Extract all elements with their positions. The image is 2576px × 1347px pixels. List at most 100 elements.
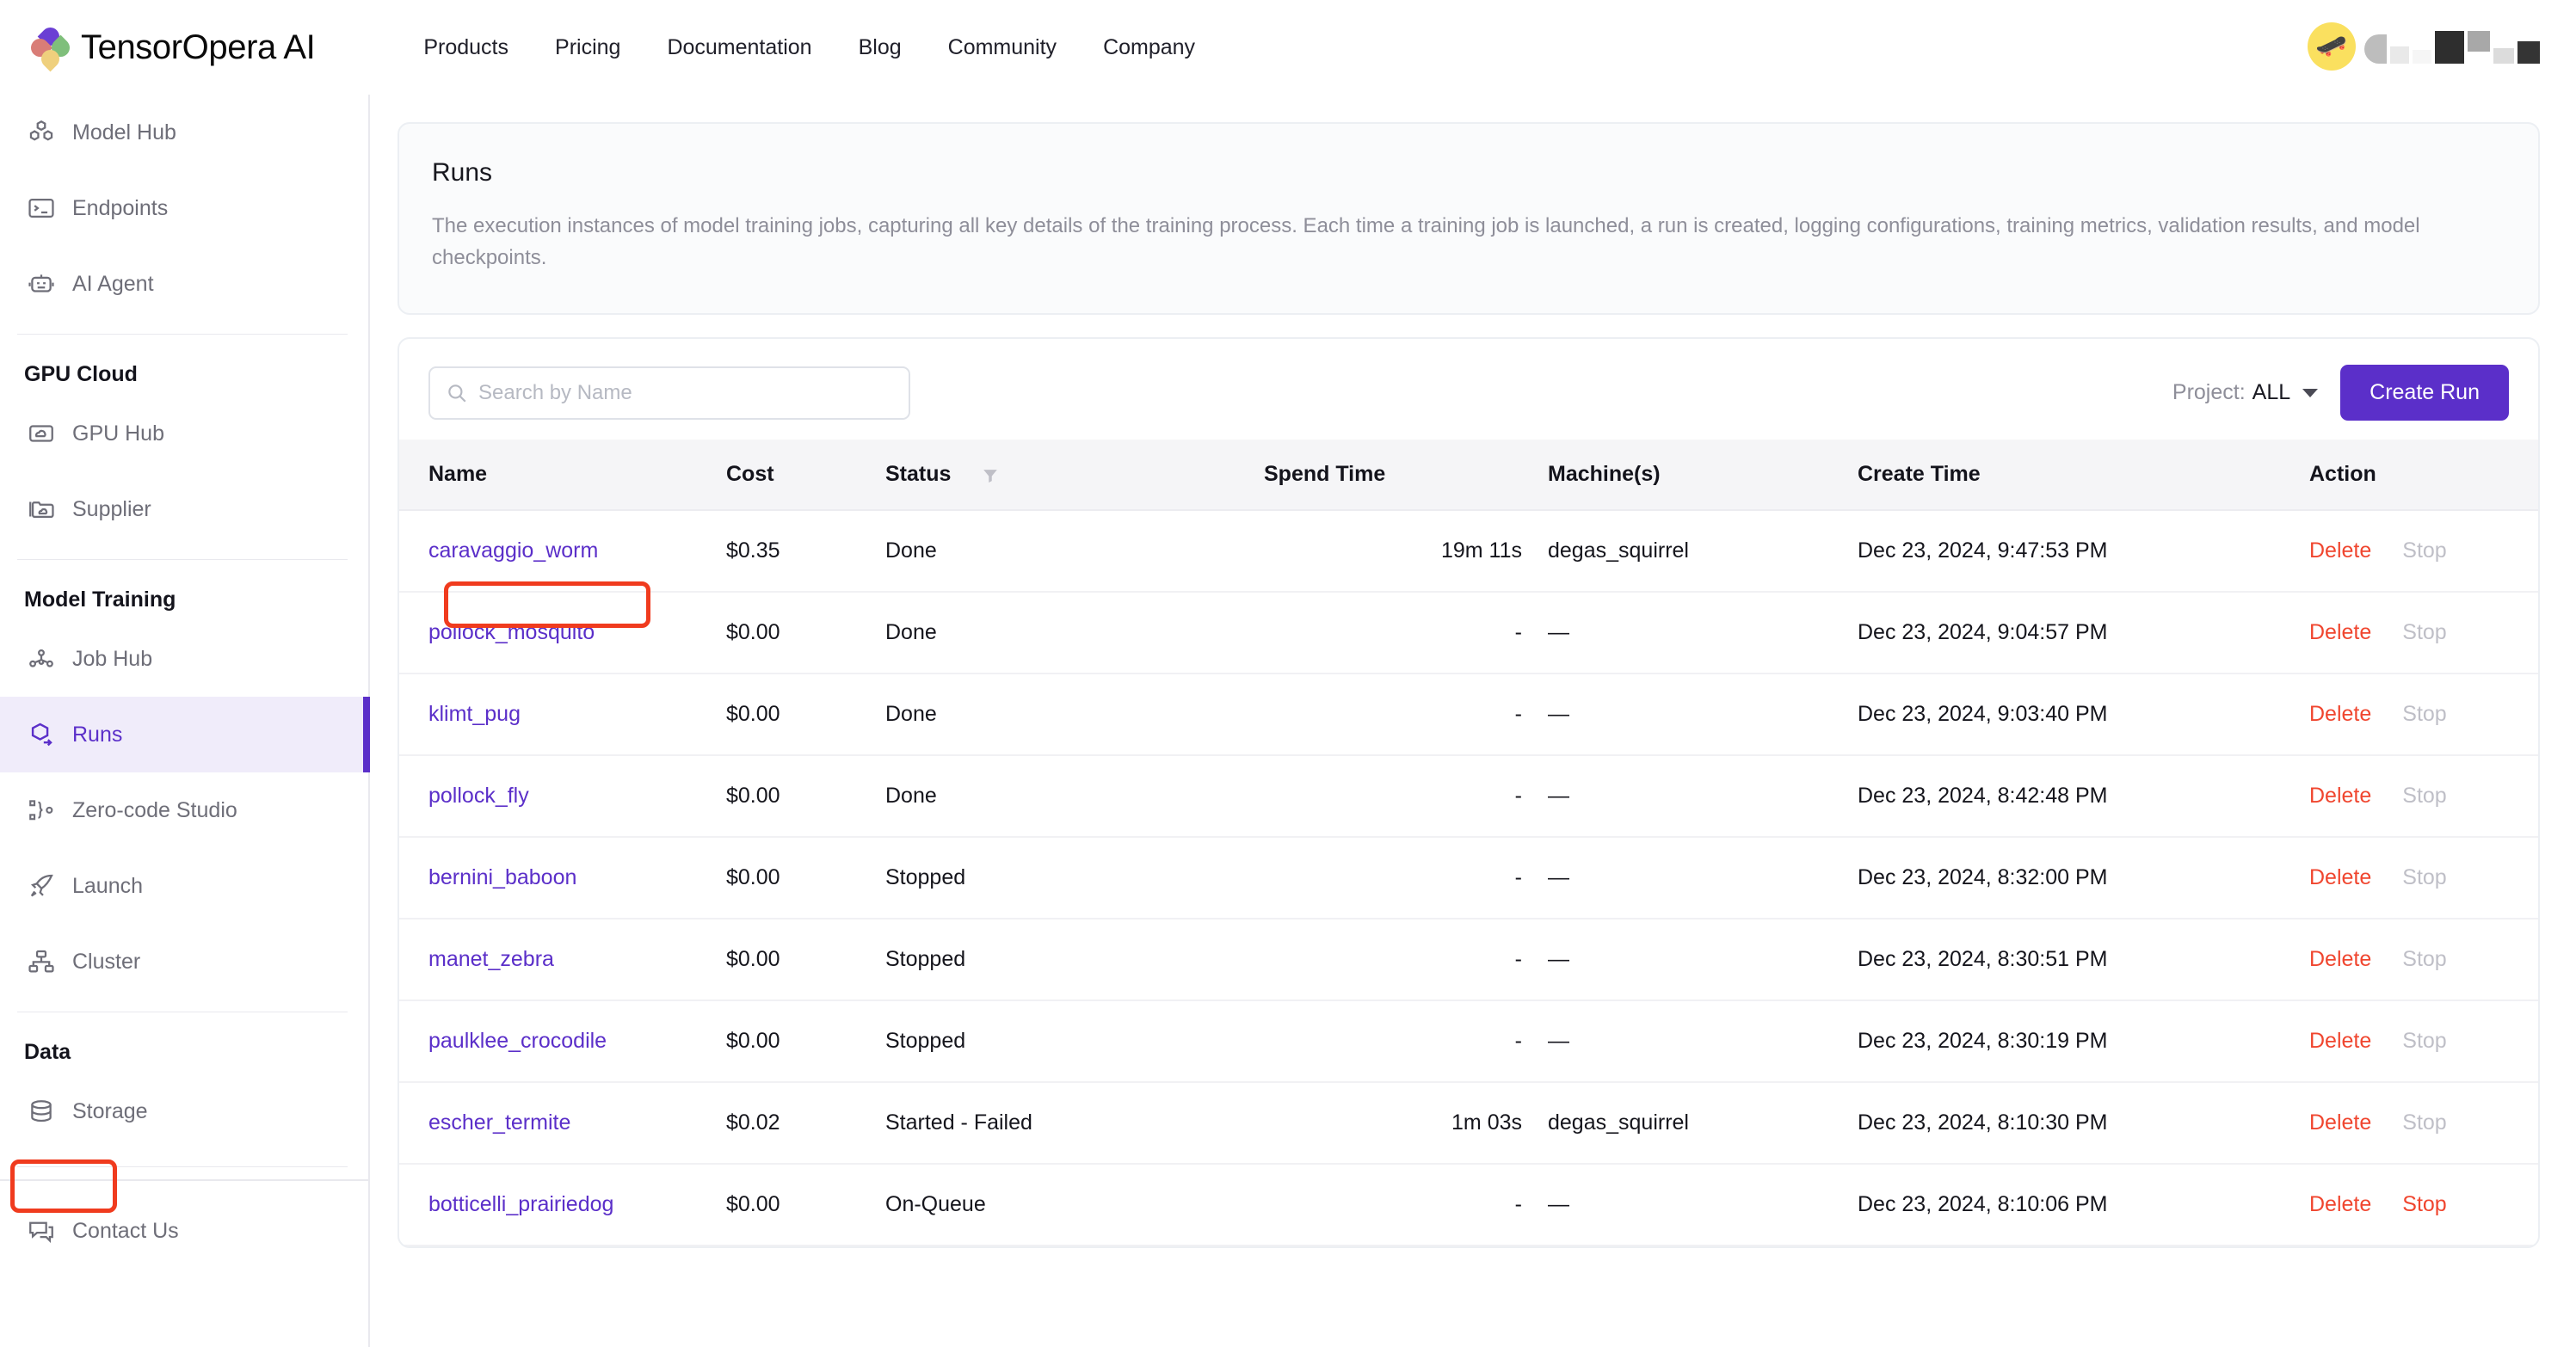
sidebar-item-cluster[interactable]: Cluster bbox=[0, 924, 368, 999]
table-row: pollock_mosquito $0.00 Done - — Dec 23, 2024,… bbox=[399, 592, 2538, 675]
column-header-create-time[interactable]: Create Time bbox=[1858, 440, 2309, 512]
cell-create-time: Dec 23, 2024, 9:47:53 PM bbox=[1858, 510, 2309, 594]
nav-link-company[interactable]: Company bbox=[1080, 35, 1218, 60]
delete-button[interactable]: Delete bbox=[2309, 1110, 2371, 1135]
project-filter-label: Project: bbox=[2172, 380, 2246, 405]
run-name-link[interactable]: klimt_pug bbox=[428, 702, 521, 726]
sidebar-item-runs[interactable]: Runs bbox=[0, 697, 370, 772]
run-name-link[interactable]: botticelli_prairiedog bbox=[428, 1192, 613, 1216]
project-filter-dropdown[interactable]: Project: ALL bbox=[2172, 380, 2319, 405]
cell-name: klimt_pug bbox=[399, 674, 726, 757]
cloud-box-icon bbox=[24, 416, 59, 451]
run-name-link[interactable]: bernini_baboon bbox=[428, 865, 576, 889]
cell-create-time: Dec 23, 2024, 9:04:57 PM bbox=[1858, 592, 2309, 675]
sidebar-item-zero-code-studio[interactable]: Zero-code Studio bbox=[0, 772, 368, 848]
cell-cost: $0.00 bbox=[726, 674, 885, 757]
cell-status: Done bbox=[885, 674, 1264, 757]
column-header-spend-time[interactable]: Spend Time bbox=[1264, 440, 1522, 512]
search-input[interactable]: Search by Name bbox=[428, 366, 910, 420]
run-name-link[interactable]: pollock_fly bbox=[428, 784, 529, 808]
database-icon bbox=[24, 1094, 59, 1129]
sidebar-item-endpoints[interactable]: Endpoints bbox=[0, 170, 368, 246]
sidebar-item-gpu-hub[interactable]: GPU Hub bbox=[0, 396, 368, 471]
stop-button[interactable]: Stop bbox=[2402, 1192, 2446, 1216]
cell-status: Done bbox=[885, 755, 1264, 839]
sidebar-item-label: Storage bbox=[72, 1098, 148, 1123]
run-name-link[interactable]: escher_termite bbox=[428, 1110, 570, 1135]
nav-link-blog[interactable]: Blog bbox=[835, 35, 925, 60]
cell-cost: $0.00 bbox=[726, 919, 885, 1002]
delete-button[interactable]: Delete bbox=[2309, 620, 2371, 644]
cell-spend-time: 19m 11s bbox=[1264, 510, 1522, 594]
cell-cost: $0.00 bbox=[726, 1164, 885, 1247]
sidebar-item-ai-agent[interactable]: AI Agent bbox=[0, 246, 368, 322]
cell-spend-time: - bbox=[1264, 674, 1522, 757]
sidebar-item-label: Model Hub bbox=[72, 120, 176, 145]
cell-create-time: Dec 23, 2024, 8:30:19 PM bbox=[1858, 1000, 2309, 1084]
sidebar-item-job-hub[interactable]: Job Hub bbox=[0, 621, 368, 697]
sidebar-group-title-data: Data bbox=[24, 1040, 71, 1064]
cell-spend-time: - bbox=[1264, 1000, 1522, 1084]
delete-button[interactable]: Delete bbox=[2309, 784, 2371, 808]
runs-table-header: Name Cost Status Spend Time Machine(s) C… bbox=[399, 440, 2538, 512]
sidebar-item-contact-us[interactable]: Contact Us bbox=[0, 1193, 368, 1269]
table-row: pollock_fly $0.00 Done - — Dec 23, 2024, 8:42… bbox=[399, 755, 2538, 839]
sidebar-footer-divider bbox=[0, 1179, 368, 1181]
cell-status: Started - Failed bbox=[885, 1082, 1264, 1166]
sidebar-item-model-hub[interactable]: Model Hub bbox=[0, 95, 368, 170]
avatar[interactable]: 🛹 bbox=[2308, 22, 2356, 71]
sidebar-divider bbox=[17, 559, 348, 560]
cell-status: Done bbox=[885, 592, 1264, 675]
funnel-icon[interactable] bbox=[981, 466, 1000, 485]
sidebar-divider bbox=[17, 1166, 348, 1167]
rocket-icon bbox=[24, 869, 59, 903]
cell-action: Delete Stop bbox=[2309, 1000, 2538, 1084]
sidebar-item-label: Launch bbox=[72, 873, 144, 898]
table-row: escher_termite $0.02 Started - Failed 1m 03… bbox=[399, 1082, 2538, 1166]
column-header-name[interactable]: Name bbox=[399, 440, 726, 512]
cell-cost: $0.02 bbox=[726, 1082, 885, 1166]
column-header-status[interactable]: Status bbox=[885, 440, 1264, 512]
search-placeholder: Search by Name bbox=[478, 380, 632, 404]
sidebar-item-label: Endpoints bbox=[72, 195, 169, 220]
runs-toolbar: Search by Name Project: ALL Create Run bbox=[399, 339, 2538, 440]
nav-link-products[interactable]: Products bbox=[400, 35, 532, 60]
runs-table: Name Cost Status Spend Time Machine(s) C… bbox=[399, 440, 2538, 1247]
nav-link-pricing[interactable]: Pricing bbox=[532, 35, 644, 60]
column-header-machines[interactable]: Machine(s) bbox=[1522, 440, 1858, 512]
run-name-link[interactable]: pollock_mosquito bbox=[428, 620, 595, 644]
stop-button: Stop bbox=[2402, 620, 2447, 645]
nav-link-documentation[interactable]: Documentation bbox=[644, 35, 835, 60]
delete-button[interactable]: Delete bbox=[2309, 538, 2371, 563]
cell-create-time: Dec 23, 2024, 8:10:30 PM bbox=[1858, 1082, 2309, 1166]
table-row: botticelli_prairiedog $0.00 On-Queue - — Dec … bbox=[399, 1164, 2538, 1247]
delete-button[interactable]: Delete bbox=[2309, 947, 2371, 971]
nav-link-community[interactable]: Community bbox=[925, 35, 1080, 60]
run-name-link[interactable]: caravaggio_worm bbox=[428, 538, 598, 563]
create-run-button[interactable]: Create Run bbox=[2340, 365, 2509, 421]
cell-spend-time: - bbox=[1264, 1164, 1522, 1247]
stop-button: Stop bbox=[2402, 947, 2447, 972]
sidebar-item-storage[interactable]: Storage bbox=[0, 1073, 368, 1149]
sidebar-item-launch[interactable]: Launch bbox=[0, 848, 368, 924]
cell-machines: — bbox=[1522, 755, 1858, 839]
brand-logo[interactable]: TensorOpera AI bbox=[27, 23, 316, 72]
run-name-link[interactable]: paulklee_crocodile bbox=[428, 1029, 607, 1053]
cell-create-time: Dec 23, 2024, 8:30:51 PM bbox=[1858, 919, 2309, 1002]
cell-name: pollock_fly bbox=[399, 755, 726, 839]
delete-button[interactable]: Delete bbox=[2309, 702, 2371, 726]
cell-create-time: Dec 23, 2024, 9:03:40 PM bbox=[1858, 674, 2309, 757]
sidebar-item-supplier[interactable]: Supplier bbox=[0, 471, 368, 547]
cell-action: Delete Stop bbox=[2309, 755, 2538, 839]
run-name-link[interactable]: manet_zebra bbox=[428, 947, 554, 971]
cell-machines: — bbox=[1522, 1164, 1858, 1247]
sidebar-group-title-model-training: Model Training bbox=[24, 587, 176, 612]
cell-create-time: Dec 23, 2024, 8:10:06 PM bbox=[1858, 1164, 2309, 1247]
delete-button[interactable]: Delete bbox=[2309, 1029, 2371, 1053]
column-header-cost[interactable]: Cost bbox=[726, 440, 885, 512]
table-row: manet_zebra $0.00 Stopped - — Dec 23, 2024, 8… bbox=[399, 919, 2538, 1002]
sidebar-item-label: Job Hub bbox=[72, 646, 153, 671]
sidebar-item-label: GPU Hub bbox=[72, 421, 164, 446]
delete-button[interactable]: Delete bbox=[2309, 865, 2371, 889]
delete-button[interactable]: Delete bbox=[2309, 1192, 2371, 1216]
